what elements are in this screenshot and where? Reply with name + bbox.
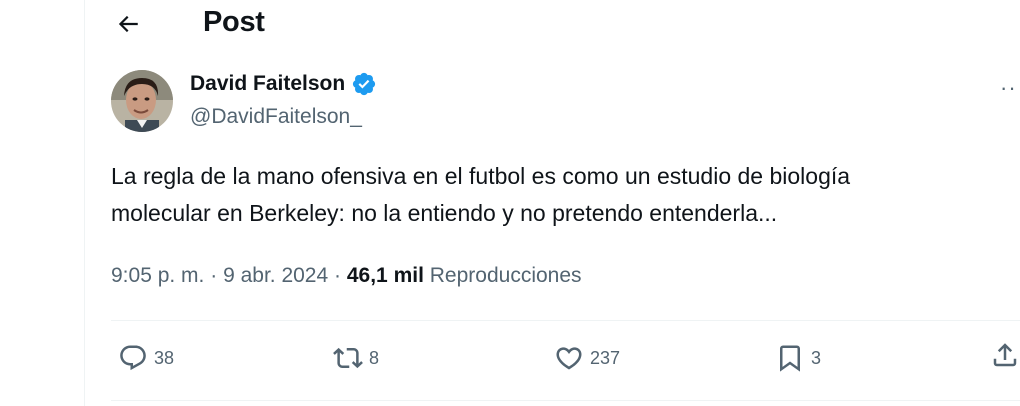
divider [111,400,1020,401]
bookmark-button[interactable]: 3 [775,340,821,376]
arrow-left-icon [118,15,138,33]
bookmark-count: 3 [811,348,822,368]
avatar[interactable] [111,70,173,132]
repost-button[interactable]: 8 [333,340,379,376]
column-border [84,0,85,406]
author-handle[interactable]: @DavidFaitelson_ [190,103,362,131]
back-button[interactable] [110,6,146,42]
reply-count: 38 [154,348,175,368]
tweet-text-line: La regla de la mano ofensiva en el futbo… [111,163,851,189]
repost-count: 8 [369,348,380,368]
views-count: 46,1 mil [346,264,424,287]
like-button[interactable]: 237 [554,340,620,376]
bookmark-icon [780,345,800,372]
like-count: 237 [590,348,621,368]
tweet-text: La regla de la mano ofensiva en el futbo… [111,158,1020,232]
share-button[interactable] [990,340,1020,370]
tweet-date[interactable]: 9 abr. 2024 [223,264,328,287]
views-link[interactable]: 46,1 mil Reproducciones [347,264,582,287]
heart-icon [556,347,582,370]
reply-icon [120,345,146,371]
verified-badge-icon [353,72,376,96]
views-label: Reproducciones [429,264,582,287]
tweet-meta: 9:05 p. m. · 9 abr. 2024 · 46,1 mil Repr… [111,262,582,290]
meta-separator: · [334,264,342,287]
page-title: Post [203,6,265,38]
avatar-image [111,70,173,132]
repost-icon [333,347,363,369]
tweet-time[interactable]: 9:05 p. m. [111,264,204,287]
share-icon [993,343,1017,367]
author-name-text[interactable]: David Faitelson [190,70,345,98]
more-icon: ·· [1000,75,1017,100]
meta-separator: · [210,264,218,287]
tweet-text-line: molecular en Berkeley: no la entiendo y … [111,200,778,226]
more-options-button[interactable]: ·· [1000,75,1020,100]
author-name: David Faitelson [190,70,377,98]
divider [111,320,1020,321]
reply-button[interactable]: 38 [118,340,174,376]
